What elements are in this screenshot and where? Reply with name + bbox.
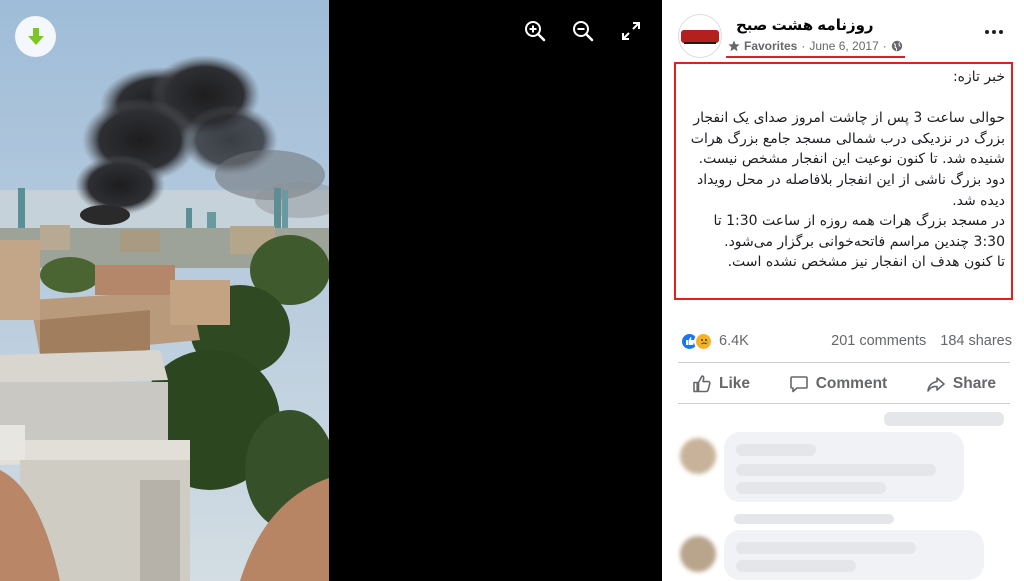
post-header: روزنامه هشت صبح Favorites · June 6, 2017…: [676, 12, 1010, 62]
post-body-line: دود بزرگ ناشی از این انفجار بلافاصله در …: [696, 171, 1005, 209]
comments-section-blurred: [674, 410, 1014, 581]
post-actions: Like Comment Share: [678, 368, 1010, 400]
counts-right: 201 comments 184 shares: [831, 333, 1012, 349]
meta-separator: ·: [801, 39, 806, 53]
blurred-comment-text: [736, 560, 856, 572]
post-body-line: در مسجد بزرگ هرات همه روزه از ساعت 1:30 …: [713, 213, 1005, 250]
share-label: Share: [952, 375, 996, 392]
blurred-comment-author: [736, 444, 816, 456]
comment-button[interactable]: Comment: [775, 374, 901, 394]
zoom-in-icon: [525, 21, 546, 42]
star-icon: [728, 40, 740, 52]
meta-separator-2: ·: [882, 39, 887, 53]
globe-icon: [891, 40, 902, 52]
viewer-toolbar: [522, 18, 644, 44]
download-arrow-icon: [27, 27, 44, 45]
page-avatar[interactable]: [678, 14, 722, 58]
download-button[interactable]: [15, 16, 56, 57]
post-body-line: تا کنون هدف ان انفجار نیز مشخص نشده است.: [727, 254, 1005, 271]
fullscreen-icon: [622, 22, 640, 40]
like-button[interactable]: Like: [678, 374, 764, 394]
photo-viewer: [0, 0, 662, 581]
more-options-button[interactable]: [980, 22, 1008, 42]
shares-count[interactable]: 184 shares: [940, 333, 1012, 349]
page-name[interactable]: روزنامه هشت صبح: [736, 16, 874, 34]
fullscreen-button[interactable]: [618, 18, 644, 44]
photo-scene-explosion-smoke: [0, 0, 329, 581]
commenter-avatar[interactable]: [680, 438, 716, 474]
share-arrow-icon: [927, 377, 945, 392]
comment-bubble-icon: [789, 376, 808, 393]
reactions-count[interactable]: 6.4K: [719, 333, 749, 349]
comment-bubble: [724, 530, 984, 580]
divider-top: [678, 362, 1010, 363]
thumbs-up-icon: [693, 375, 711, 393]
engagement-stats: 6.4K 201 comments 184 shares: [680, 330, 1012, 352]
post-body-text: خبر تازه: حوالی ساعت 3 پس از چاشت امروز …: [674, 62, 1013, 300]
post-panel: روزنامه هشت صبح Favorites · June 6, 2017…: [662, 0, 1024, 581]
favorites-label[interactable]: Favorites: [744, 39, 797, 53]
post-photo[interactable]: [0, 0, 329, 581]
sad-reaction-icon: [694, 331, 713, 351]
zoom-out-button[interactable]: [570, 18, 596, 44]
more-dots-icon: [985, 30, 1003, 34]
page-logo-icon: [681, 30, 719, 44]
post-body-line: حوالی ساعت 3 پس از چاشت امروز صدای یک ان…: [690, 110, 1005, 168]
reaction-icons[interactable]: [680, 331, 713, 351]
zoom-out-icon: [573, 21, 594, 42]
comments-count[interactable]: 201 comments: [831, 333, 926, 349]
commenter-avatar[interactable]: [680, 536, 716, 572]
comment-label: Comment: [815, 375, 888, 392]
zoom-in-button[interactable]: [522, 18, 548, 44]
divider-bottom: [678, 403, 1010, 404]
blurred-sort-control[interactable]: [884, 412, 1004, 426]
post-body-line: خبر تازه:: [952, 69, 1005, 85]
post-meta: Favorites · June 6, 2017 ·: [726, 38, 905, 58]
blurred-comment-actions: [734, 514, 894, 524]
blurred-comment-text: [736, 464, 936, 476]
post-date[interactable]: June 6, 2017: [809, 39, 878, 53]
blurred-comment-text: [736, 482, 886, 494]
like-label: Like: [719, 375, 751, 392]
share-button[interactable]: Share: [912, 374, 1010, 394]
blurred-comment-text: [736, 542, 916, 554]
post-body-line: [682, 88, 1005, 109]
